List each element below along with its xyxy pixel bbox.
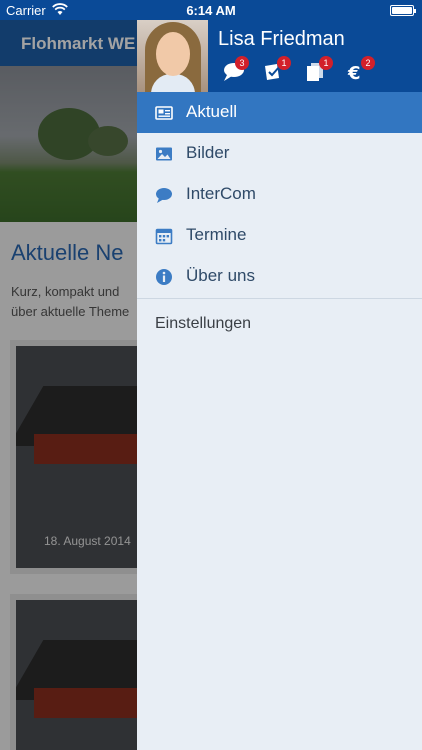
menu-item-intercom[interactable]: InterCom: [137, 174, 422, 215]
chat-icon: [156, 188, 172, 203]
user-name[interactable]: Lisa Friedman: [218, 28, 345, 51]
avatar[interactable]: [137, 20, 208, 92]
tasks-count-badge: 1: [277, 56, 291, 70]
menu-item-bilder[interactable]: Bilder: [137, 133, 422, 174]
news-icon: [155, 106, 173, 120]
tasks-button[interactable]: 1: [263, 56, 291, 86]
messages-button[interactable]: 3: [221, 56, 249, 86]
calendar-icon: [155, 228, 173, 245]
side-drawer: Lisa Friedman 3 1 1 € 2 Aktuell Bilder I…: [137, 0, 422, 750]
info-icon: [156, 269, 172, 285]
payments-button[interactable]: € 2: [347, 56, 375, 86]
menu-item-ueber-uns[interactable]: Über uns: [137, 256, 422, 297]
menu-item-label: InterCom: [186, 184, 256, 203]
settings-item[interactable]: Einstellungen: [137, 299, 422, 347]
menu-item-label: Termine: [186, 225, 247, 244]
drawer-header: Lisa Friedman 3 1 1 € 2: [137, 20, 422, 92]
payments-count-badge: 2: [361, 56, 375, 70]
svg-text:€: €: [347, 63, 361, 82]
menu-item-termine[interactable]: Termine: [137, 215, 422, 256]
documents-count-badge: 1: [319, 56, 333, 70]
status-time: 6:14 AM: [186, 3, 236, 18]
menu-item-label: Aktuell: [186, 102, 238, 121]
messages-count-badge: 3: [235, 56, 249, 70]
menu-item-aktuell[interactable]: Aktuell: [137, 92, 422, 133]
status-bar: Carrier 6:14 AM: [0, 0, 422, 20]
drawer-menu: Aktuell Bilder InterCom Termine Über uns…: [137, 92, 422, 347]
notification-icons: 3 1 1 € 2: [221, 56, 421, 88]
menu-item-label: Bilder: [186, 143, 230, 162]
settings-label: Einstellungen: [155, 315, 252, 332]
documents-button[interactable]: 1: [305, 56, 333, 86]
menu-item-label: Über uns: [186, 266, 255, 285]
image-icon: [156, 147, 172, 161]
battery-icon: [390, 5, 416, 16]
